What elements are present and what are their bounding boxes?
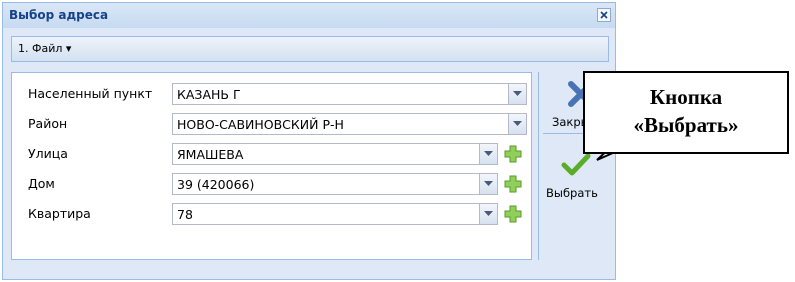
dialog-title: Выбор адреса bbox=[9, 8, 109, 22]
form-row-district: Район НОВО-САВИНОВСКИЙ Р-Н bbox=[12, 113, 532, 135]
field-label: Дом bbox=[28, 176, 55, 191]
add-house-button[interactable] bbox=[504, 175, 522, 193]
field-value: 39 (420066) bbox=[177, 177, 255, 192]
form-row-street: Улица ЯМАШЕВА bbox=[12, 143, 532, 165]
field-label: Квартира bbox=[28, 206, 91, 221]
apartment-combo[interactable]: 78 bbox=[172, 203, 498, 225]
select-action-label: Выбрать bbox=[546, 186, 598, 200]
dropdown-trigger[interactable] bbox=[508, 114, 526, 134]
dropdown-trigger[interactable] bbox=[479, 174, 497, 194]
field-label: Населенный пункт bbox=[28, 86, 153, 101]
field-value: 78 bbox=[177, 207, 193, 222]
plus-icon bbox=[504, 175, 522, 193]
chevron-down-icon bbox=[513, 121, 522, 126]
plus-icon bbox=[504, 205, 522, 223]
callout-line-2: «Выбрать» bbox=[633, 113, 739, 137]
check-icon bbox=[561, 153, 591, 176]
callout-box: Кнопка «Выбрать» bbox=[583, 71, 789, 154]
district-combo[interactable]: НОВО-САВИНОВСКИЙ Р-Н bbox=[172, 113, 527, 135]
house-combo[interactable]: 39 (420066) bbox=[172, 173, 498, 195]
chevron-down-icon bbox=[484, 151, 493, 156]
field-label: Район bbox=[28, 116, 68, 131]
settlement-combo[interactable]: КАЗАНЬ Г bbox=[172, 83, 527, 105]
field-value: ЯМАШЕВА bbox=[177, 147, 244, 162]
dropdown-trigger[interactable] bbox=[508, 84, 526, 104]
street-combo[interactable]: ЯМАШЕВА bbox=[172, 143, 498, 165]
close-icon bbox=[600, 11, 608, 19]
field-value: НОВО-САВИНОВСКИЙ Р-Н bbox=[177, 117, 344, 132]
chevron-down-icon bbox=[484, 181, 493, 186]
chevron-down-icon bbox=[484, 211, 493, 216]
field-value: КАЗАНЬ Г bbox=[177, 87, 241, 102]
dropdown-trigger[interactable] bbox=[479, 144, 497, 164]
file-menu-button[interactable]: 1. Файл ▾ bbox=[18, 42, 71, 55]
chevron-down-icon bbox=[513, 91, 522, 96]
add-street-button[interactable] bbox=[504, 145, 522, 163]
address-form: Населенный пункт КАЗАНЬ Г Район НОВО-САВ… bbox=[11, 72, 532, 260]
dropdown-trigger[interactable] bbox=[479, 204, 497, 224]
form-row-house: Дом 39 (420066) bbox=[12, 173, 532, 195]
dialog-close-button[interactable] bbox=[597, 8, 611, 22]
form-row-apartment: Квартира 78 bbox=[12, 203, 532, 225]
callout-line-1: Кнопка bbox=[649, 85, 723, 109]
plus-icon bbox=[504, 145, 522, 163]
dialog-titlebar: Выбор адреса bbox=[3, 3, 615, 28]
form-row-settlement: Населенный пункт КАЗАНЬ Г bbox=[12, 83, 532, 105]
field-label: Улица bbox=[28, 146, 68, 161]
toolbar: 1. Файл ▾ bbox=[11, 36, 609, 62]
add-apartment-button[interactable] bbox=[504, 205, 522, 223]
address-dialog: Выбор адреса 1. Файл ▾ Населенный пункт … bbox=[2, 2, 616, 280]
